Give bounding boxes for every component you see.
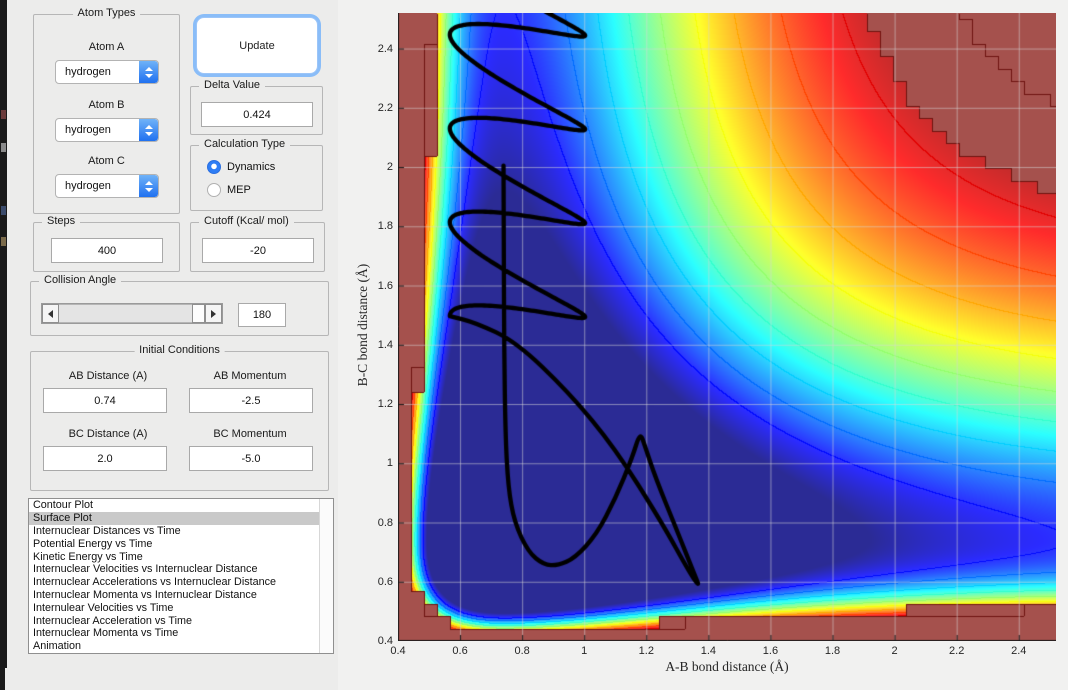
panel-atom-types: Atom Types Atom A hydrogen Atom B hydrog… xyxy=(33,7,180,214)
y-tick-label: 2.2 xyxy=(377,101,393,114)
ab-momentum-label: AB Momentum xyxy=(213,370,287,382)
y-axis-label: B-C bond distance (Å) xyxy=(355,263,370,387)
x-tick-label: 0.8 xyxy=(514,645,530,657)
panel-title: Initial Conditions xyxy=(134,344,225,356)
listbox-scrollbar[interactable] xyxy=(319,499,333,653)
radio-button-icon xyxy=(207,160,221,174)
ab-distance-field[interactable]: 0.74 xyxy=(43,388,167,413)
y-tick-label: 2.4 xyxy=(377,42,393,55)
plot-type-listbox[interactable]: Contour Plot Surface Plot Internuclear Dis… xyxy=(28,498,334,654)
list-item[interactable]: Animation xyxy=(29,640,333,653)
x-axis-label: A-B bond distance (Å) xyxy=(665,659,789,674)
dropdown-chevrons-icon xyxy=(139,119,158,141)
contour-plot-canvas[interactable] xyxy=(398,13,1056,641)
panel-title: Collision Angle xyxy=(39,274,122,286)
panel-title: Calculation Type xyxy=(199,138,291,150)
cutoff-field[interactable]: -20 xyxy=(202,238,314,263)
ab-momentum-field[interactable]: -2.5 xyxy=(189,388,313,413)
y-tick-label: 0.4 xyxy=(377,635,393,647)
dropdown-chevrons-icon xyxy=(139,175,158,197)
dropdown-chevrons-icon xyxy=(139,61,158,83)
list-item[interactable]: Internuclear Distances vs Time xyxy=(29,525,333,538)
y-tick-label: 0.8 xyxy=(377,516,393,529)
panel-calculation-type: Calculation Type Dynamics MEP xyxy=(190,138,323,211)
list-item[interactable]: Internulear Velocities vs Time xyxy=(29,601,333,614)
steps-field[interactable]: 400 xyxy=(51,238,163,263)
bc-momentum-label: BC Momentum xyxy=(213,428,287,440)
atom-b-value: hydrogen xyxy=(65,124,111,136)
list-item[interactable]: Kinetic Energy vs Time xyxy=(29,550,333,563)
slider-trough[interactable] xyxy=(59,304,192,323)
atom-a-dropdown[interactable]: hydrogen xyxy=(55,60,159,84)
radio-mep[interactable]: MEP xyxy=(207,183,251,197)
x-tick-label: 2 xyxy=(891,645,898,657)
atom-a-value: hydrogen xyxy=(65,66,111,78)
list-item[interactable]: Internuclear Acceleration vs Time xyxy=(29,614,333,627)
panel-title: Delta Value xyxy=(199,79,266,91)
atom-c-dropdown[interactable]: hydrogen xyxy=(55,174,159,198)
list-item[interactable]: Internuclear Accelerations vs Internucle… xyxy=(29,576,333,589)
list-item[interactable]: Internuclear Momenta vs Internuclear Dis… xyxy=(29,589,333,602)
x-tick-label: 1.4 xyxy=(700,645,717,657)
app-window: Atom Types Atom A hydrogen Atom B hydrog… xyxy=(0,0,1068,690)
panel-title: Cutoff (Kcal/ mol) xyxy=(199,215,294,227)
x-tick-label: 1.2 xyxy=(638,645,654,657)
panel-steps: Steps 400 xyxy=(33,215,180,272)
slider-right-arrow-icon[interactable] xyxy=(205,304,222,323)
x-tick-label: 1.8 xyxy=(824,645,841,657)
bc-distance-label: BC Distance (A) xyxy=(68,428,148,440)
collision-angle-field[interactable]: 180 xyxy=(238,303,286,327)
x-tick-label: 2.2 xyxy=(949,645,965,657)
bc-distance-field[interactable]: 2.0 xyxy=(43,446,167,471)
panel-delta-value: Delta Value 0.424 xyxy=(190,79,323,135)
radio-dynamics[interactable]: Dynamics xyxy=(207,160,275,174)
list-item[interactable]: Potential Energy vs Time xyxy=(29,537,333,550)
x-tick-label: 0.6 xyxy=(452,645,468,657)
y-tick-label: 1 xyxy=(386,457,393,470)
panel-collision-angle: Collision Angle 180 xyxy=(30,274,329,336)
atom-b-label: Atom B xyxy=(88,99,125,111)
delta-value-field[interactable]: 0.424 xyxy=(201,102,313,127)
atom-b-dropdown[interactable]: hydrogen xyxy=(55,118,159,142)
update-button[interactable]: Update xyxy=(196,17,318,74)
slider-thumb[interactable] xyxy=(192,304,205,323)
list-items-container: Contour Plot Surface Plot Internuclear Dis… xyxy=(29,499,333,653)
atom-a-label: Atom A xyxy=(88,41,125,53)
x-tick-label: 1 xyxy=(581,645,588,657)
radio-button-icon xyxy=(207,183,221,197)
panel-initial-conditions: Initial Conditions AB Distance (A) AB Mo… xyxy=(30,344,329,491)
collision-angle-slider[interactable] xyxy=(41,303,223,324)
list-item[interactable]: Internuclear Velocities vs Internuclear … xyxy=(29,563,333,576)
list-item[interactable]: Surface Plot xyxy=(29,511,333,525)
x-tick-label: 1.6 xyxy=(762,645,779,657)
panel-title: Atom Types xyxy=(72,7,141,19)
y-tick-label: 0.6 xyxy=(377,575,393,588)
bc-momentum-field[interactable]: -5.0 xyxy=(189,446,313,471)
radio-mep-label: MEP xyxy=(227,184,251,196)
slider-left-arrow-icon[interactable] xyxy=(42,304,59,323)
ab-distance-label: AB Distance (A) xyxy=(68,370,148,382)
radio-dynamics-label: Dynamics xyxy=(227,161,276,173)
panel-cutoff: Cutoff (Kcal/ mol) -20 xyxy=(190,215,325,272)
list-item[interactable]: Internuclear Momenta vs Time xyxy=(29,627,333,640)
background-window-edge xyxy=(0,0,7,668)
y-tick-label: 2 xyxy=(386,161,393,174)
atom-c-label: Atom C xyxy=(88,155,125,167)
background-window-corner xyxy=(0,668,5,690)
list-item[interactable]: Contour Plot xyxy=(29,499,333,512)
panel-title: Steps xyxy=(42,215,81,227)
x-tick-label: 2.4 xyxy=(1011,645,1027,657)
atom-c-value: hydrogen xyxy=(65,180,111,192)
